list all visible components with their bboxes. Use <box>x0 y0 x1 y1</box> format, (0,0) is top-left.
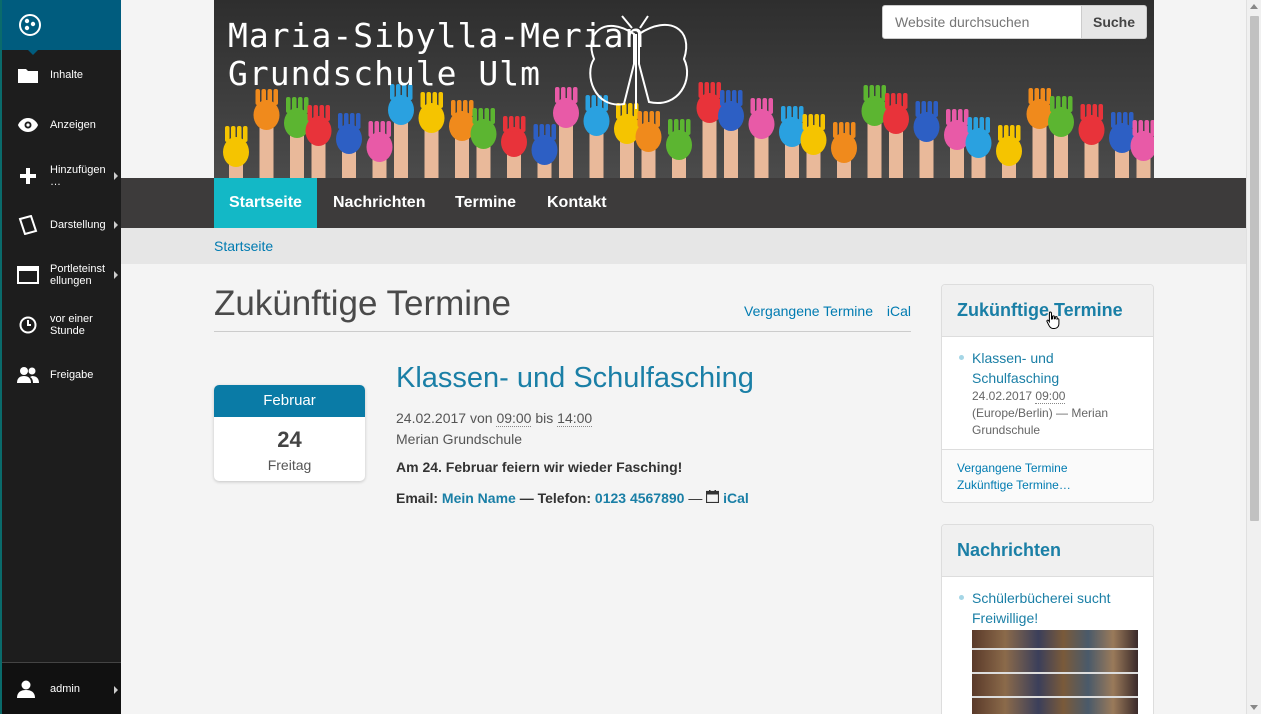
search-input[interactable] <box>882 5 1082 39</box>
toolbar-item-hinzufuegen[interactable]: Hinzufügen … <box>2 163 121 189</box>
phone-label: — Telefon: <box>519 490 592 506</box>
title-divider <box>214 331 911 332</box>
event-month: Februar <box>214 385 365 417</box>
toolbar-label: Darstellung <box>50 219 106 231</box>
banner-school-city: Grundschule Ulm <box>228 54 542 93</box>
search-button[interactable]: Suche <box>1082 5 1147 39</box>
event-day: 24 <box>277 427 302 452</box>
portlet-link-past-events[interactable]: Vergangene Termine <box>957 460 1138 477</box>
toolbar-item-history[interactable]: vor einer Stunde <box>2 312 121 338</box>
toolbar-user-label: admin <box>50 682 80 695</box>
site-search: Suche <box>882 5 1147 39</box>
scrollbar-thumb[interactable] <box>1250 16 1259 521</box>
event-view-links: Vergangene Termine iCal <box>734 303 911 319</box>
contact-dash: — <box>688 490 703 506</box>
portlet-event-location: (Europe/Berlin) — Merian Grundschule <box>972 406 1109 437</box>
portlet-events-title[interactable]: Zukünftige Termine <box>957 300 1123 321</box>
toolbar-label: vor einer Stunde <box>50 313 93 337</box>
event-ical-link[interactable]: iCal <box>723 490 749 506</box>
portlet-icon <box>17 264 39 286</box>
nav-termine[interactable]: Termine <box>440 178 531 228</box>
toolbar-label: Anzeigen <box>50 119 96 131</box>
chevron-right-icon <box>114 172 118 180</box>
event-von: von <box>469 410 493 426</box>
scroll-up-icon[interactable] <box>1250 4 1258 9</box>
breadcrumb-startseite[interactable]: Startseite <box>214 238 273 254</box>
event-weekday: Freitag <box>267 457 312 473</box>
scroll-down-icon[interactable] <box>1250 705 1258 710</box>
portlet-link-future-events[interactable]: Zukünftige Termine… <box>957 477 1138 494</box>
display-icon <box>17 214 39 236</box>
folder-icon <box>17 64 39 86</box>
portlet-event-meta: 24.02.2017 09:00 (Europe/Berlin) — Meria… <box>972 388 1143 439</box>
nav-nachrichten[interactable]: Nachrichten <box>318 178 440 228</box>
email-label: Email: <box>396 490 439 506</box>
news-thumbnail-image[interactable] <box>972 630 1138 714</box>
banner-school-name: Maria-Sibylla-Merian <box>228 16 646 55</box>
breadcrumb-bar: Startseite <box>121 228 1246 264</box>
toolbar-item-inhalte[interactable]: Inhalte <box>2 63 121 87</box>
main-navigation: Startseite Nachrichten Termine Kontakt <box>121 178 1246 228</box>
toolbar-item-portleteinstellungen[interactable]: Portleteinst ellungen <box>2 262 121 288</box>
plone-toolbar: Inhalte Anzeigen Hinzufügen … Darstellun… <box>0 0 121 714</box>
user-icon <box>17 680 39 698</box>
toolbar-user-admin[interactable]: admin <box>2 662 121 714</box>
link-ical[interactable]: iCal <box>887 303 911 319</box>
toolbar-label: Inhalte <box>50 69 84 81</box>
event-start-time: 09:00 <box>496 410 532 427</box>
plus-icon <box>17 165 39 187</box>
page-scrollbar[interactable] <box>1246 0 1261 714</box>
event-location: Merian Grundschule <box>396 431 523 447</box>
portlet-news-link[interactable]: Schülerbücherei sucht Freiwillige! <box>972 590 1111 626</box>
chevron-right-icon <box>114 271 118 279</box>
event-end-time: 14:00 <box>557 410 593 427</box>
email-link[interactable]: Mein Name <box>442 490 516 506</box>
event-contact: Email: Mein Name — Telefon: 0123 4567890… <box>396 490 749 506</box>
event-title-link[interactable]: Klassen- und Schulfasching <box>396 362 754 395</box>
event-date-card: Februar 24 Freitag <box>214 385 365 481</box>
eye-icon <box>17 114 39 136</box>
toolbar-item-anzeigen[interactable]: Anzeigen <box>2 113 121 137</box>
nav-startseite[interactable]: Startseite <box>214 178 317 228</box>
portlet-news: Nachrichten Schülerbücherei sucht Freiwi… <box>941 524 1154 714</box>
nav-kontakt[interactable]: Kontakt <box>532 178 622 228</box>
portlet-event-time: 09:00 <box>1035 389 1066 404</box>
list-item: Klassen- und Schulfasching 24.02.2017 09… <box>942 348 1153 439</box>
chevron-right-icon <box>114 686 118 694</box>
toolbar-label: Portleteinst ellungen <box>50 263 106 287</box>
event-bis: bis <box>535 410 554 426</box>
event-meta: 24.02.2017 von 09:00 bis 14:00 Merian Gr… <box>396 408 593 450</box>
plone-logo-icon[interactable] <box>2 0 121 55</box>
toolbar-item-freigabe[interactable]: Freigabe <box>2 363 121 387</box>
clock-icon <box>17 314 39 336</box>
hand-cursor-icon <box>1046 311 1060 329</box>
event-date: 24.02.2017 <box>396 410 467 426</box>
portlet-news-list: Schülerbücherei sucht Freiwillige! <box>942 577 1153 714</box>
portlet-event-date: 24.02.2017 <box>972 389 1033 403</box>
link-past-events[interactable]: Vergangene Termine <box>744 303 873 319</box>
portlet-news-title[interactable]: Nachrichten <box>957 540 1061 561</box>
event-description: Am 24. Februar feiern wir wieder Faschin… <box>396 459 683 475</box>
calendar-icon <box>706 490 720 506</box>
list-item: Schülerbücherei sucht Freiwillige! <box>942 588 1153 714</box>
toolbar-label: Hinzufügen … <box>50 164 106 188</box>
users-icon <box>17 364 39 386</box>
portlet-events-footer: Vergangene Termine Zukünftige Termine… <box>942 449 1153 502</box>
chevron-right-icon <box>114 221 118 229</box>
portlet-event-link[interactable]: Klassen- und Schulfasching <box>972 350 1059 386</box>
phone-link[interactable]: 0123 4567890 <box>595 490 685 506</box>
toolbar-item-darstellung[interactable]: Darstellung <box>2 213 121 237</box>
page-title: Zukünftige Termine <box>214 284 512 323</box>
portlet-events-list: Klassen- und Schulfasching 24.02.2017 09… <box>942 337 1153 449</box>
toolbar-label: Freigabe <box>50 369 94 381</box>
